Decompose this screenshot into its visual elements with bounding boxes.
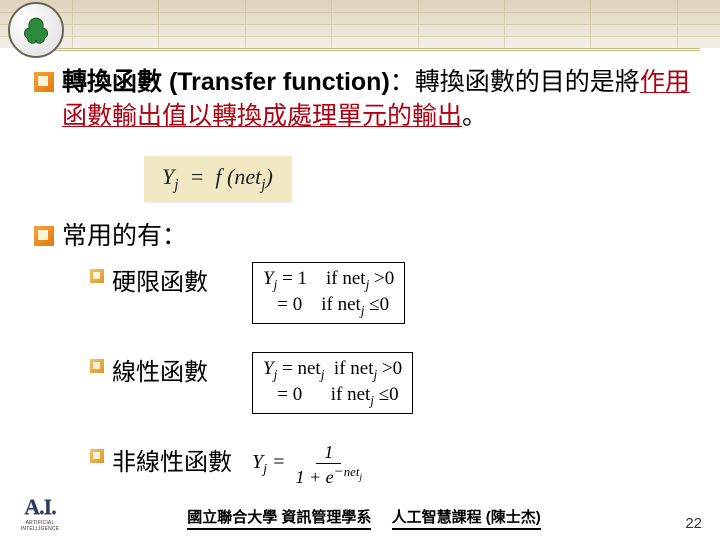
footer-right-segment: 人工智慧課程 (陳士杰) — [392, 506, 541, 530]
fraction-denominator: 1 + e−netj — [292, 464, 367, 488]
sub-bullet-icon — [90, 449, 104, 463]
bullet-title-rest: ：轉換函數的目的是將 — [390, 68, 640, 96]
map-grid-decoration — [0, 0, 720, 48]
slide-content: 轉換函數 (Transfer function)：轉換函數的目的是將作用函數輸出… — [34, 66, 690, 496]
bullet-tail: 。 — [462, 102, 487, 130]
slide-header-background — [0, 0, 720, 48]
sub-bullet-item: 非線性函數 Yj = 1 1 + e−netj — [90, 442, 690, 488]
footer-center: 國立聯合大學 資訊管理學系 人工智慧課程 (陳士杰) — [66, 506, 662, 530]
slide-footer: A.I. ARTIFICIAL INTELLIGENCE 國立聯合大學 資訊管理… — [0, 494, 720, 532]
sub-bullet-label: 線性函數 — [112, 352, 252, 387]
fraction-numerator: 1 — [316, 442, 341, 464]
bullet-title-bold: 轉換函數 (Transfer function) — [62, 68, 390, 96]
main-formula: Yj = f (netj) — [144, 156, 291, 202]
sub-bullet-label: 非線性函數 — [112, 442, 252, 477]
sub-bullet-item: 線性函數 Yj = netj if netj >0 = 0 if netj ≤0 — [90, 352, 690, 414]
bullet-icon — [34, 226, 54, 246]
fraction-formula: Yj = 1 1 + e−netj — [252, 442, 366, 488]
bullet-text: 轉換函數 (Transfer function)：轉換函數的目的是將作用函數輸出… — [62, 66, 690, 134]
sub-bullet-label: 硬限函數 — [112, 262, 252, 297]
sub-bullet-icon — [90, 359, 104, 373]
ai-logo-text: A.I. — [14, 494, 66, 520]
sub-bullet-icon — [90, 269, 104, 283]
university-logo — [8, 2, 64, 58]
condition-box: Yj = 1 if netj >0 = 0 if netj ≤0 — [252, 262, 405, 324]
ai-logo: A.I. ARTIFICIAL INTELLIGENCE — [14, 494, 66, 532]
condition-box: Yj = netj if netj >0 = 0 if netj ≤0 — [252, 352, 413, 414]
footer-left-segment: 國立聯合大學 資訊管理學系 — [187, 506, 371, 530]
bullet-item: 轉換函數 (Transfer function)：轉換函數的目的是將作用函數輸出… — [34, 66, 690, 134]
sub-bullet-list: 硬限函數 Yj = 1 if netj >0 = 0 if netj ≤0 線性… — [90, 262, 690, 488]
bullet-item: 常用的有： — [34, 220, 690, 254]
header-divider — [20, 48, 700, 51]
page-number: 22 — [662, 515, 702, 532]
ai-logo-subtext: ARTIFICIAL INTELLIGENCE — [14, 520, 66, 532]
bullet-icon — [34, 72, 54, 92]
sub-bullet-item: 硬限函數 Yj = 1 if netj >0 = 0 if netj ≤0 — [90, 262, 690, 324]
bullet-text: 常用的有： — [62, 220, 187, 254]
